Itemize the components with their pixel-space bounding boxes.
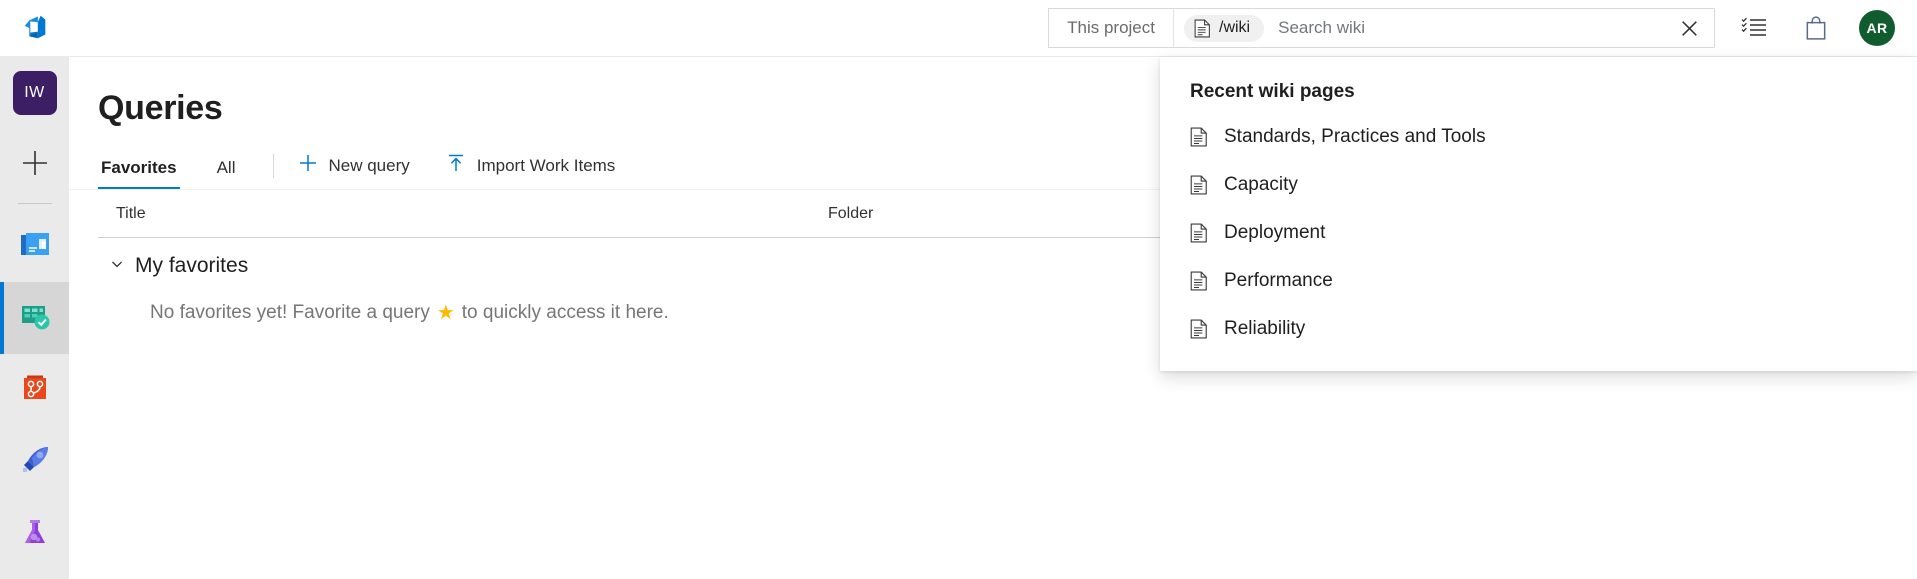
work-items-icon[interactable] (1731, 5, 1777, 51)
import-work-items-label: Import Work Items (477, 156, 616, 176)
tab-favorites-label: Favorites (101, 158, 177, 177)
empty-state-text-before: No favorites yet! Favorite a query (150, 302, 430, 324)
wiki-page-icon (1190, 271, 1208, 291)
overview-icon (18, 227, 52, 266)
avatar-initials: AR (1866, 20, 1887, 36)
repos-icon (19, 372, 51, 409)
rail-divider (18, 203, 52, 204)
plus-icon (298, 153, 318, 178)
left-navigation-rail: IW (0, 57, 69, 579)
wiki-page-icon (1190, 175, 1208, 195)
wiki-page-icon (1190, 223, 1208, 243)
list-item[interactable]: Performance (1160, 257, 1917, 305)
list-item[interactable]: Standards, Practices and Tools (1160, 113, 1917, 161)
list-item-label: Performance (1224, 270, 1333, 292)
list-item-label: Capacity (1224, 174, 1298, 196)
dropdown-title: Recent wiki pages (1160, 75, 1917, 113)
avatar[interactable]: AR (1859, 10, 1895, 46)
star-filled-icon: ★ (437, 300, 455, 325)
close-icon[interactable] (1672, 11, 1706, 45)
project-avatar: IW (13, 71, 57, 115)
recent-wiki-pages-dropdown: Recent wiki pages Standards, Practices a… (1160, 57, 1917, 371)
list-item-label: Reliability (1224, 318, 1305, 340)
sidebar-item-boards[interactable] (0, 282, 69, 354)
new-query-button[interactable]: New query (298, 153, 410, 190)
sidebar-item-pipelines[interactable] (0, 426, 69, 498)
sidebar-item-test-plans[interactable] (0, 498, 69, 570)
boards-icon (18, 299, 52, 338)
list-item[interactable]: Capacity (1160, 161, 1917, 209)
toolbar-divider (273, 154, 274, 178)
wiki-page-icon (1190, 127, 1208, 147)
search-field-container: /wiki (1174, 9, 1714, 47)
import-work-items-button[interactable]: Import Work Items (446, 153, 616, 190)
wiki-chip-label: /wiki (1219, 19, 1250, 37)
tab-all[interactable]: All (214, 158, 239, 190)
tab-all-label: All (217, 158, 236, 177)
sidebar-item-create-new[interactable] (0, 129, 69, 201)
list-item-label: Standards, Practices and Tools (1224, 126, 1486, 148)
global-search-bar: This project /wiki (1048, 8, 1715, 48)
sidebar-item-project[interactable]: IW (0, 57, 69, 129)
wiki-page-icon (1194, 19, 1212, 38)
tab-favorites[interactable]: Favorites (98, 158, 180, 190)
search-scope-label: This project (1067, 18, 1155, 38)
search-input[interactable] (1278, 18, 1672, 38)
wiki-page-icon (1190, 319, 1208, 339)
marketplace-bag-icon[interactable] (1793, 5, 1839, 51)
list-item-label: Deployment (1224, 222, 1325, 244)
plus-icon (20, 148, 50, 183)
list-item[interactable]: Deployment (1160, 209, 1917, 257)
azure-devops-logo-icon (20, 11, 50, 46)
azure-devops-logo-button[interactable] (0, 0, 69, 57)
upload-arrow-icon (446, 153, 466, 178)
test-plans-flask-icon (19, 516, 51, 553)
group-label: My favorites (135, 254, 248, 278)
new-query-label: New query (329, 156, 410, 176)
list-item[interactable]: Reliability (1160, 305, 1917, 353)
wiki-scope-chip[interactable]: /wiki (1184, 15, 1264, 42)
empty-state-text-after: to quickly access it here. (462, 302, 669, 324)
column-header-title[interactable]: Title (98, 205, 828, 223)
sidebar-item-repos[interactable] (0, 354, 69, 426)
top-header-bar: This project /wiki (0, 0, 1917, 57)
search-scope-button[interactable]: This project (1049, 9, 1174, 47)
sidebar-item-overview[interactable] (0, 210, 69, 282)
pipelines-rocket-icon (18, 443, 52, 482)
project-initials: IW (24, 84, 45, 102)
chevron-down-icon[interactable] (110, 257, 124, 276)
azure-devops-page: This project /wiki (0, 0, 1917, 579)
